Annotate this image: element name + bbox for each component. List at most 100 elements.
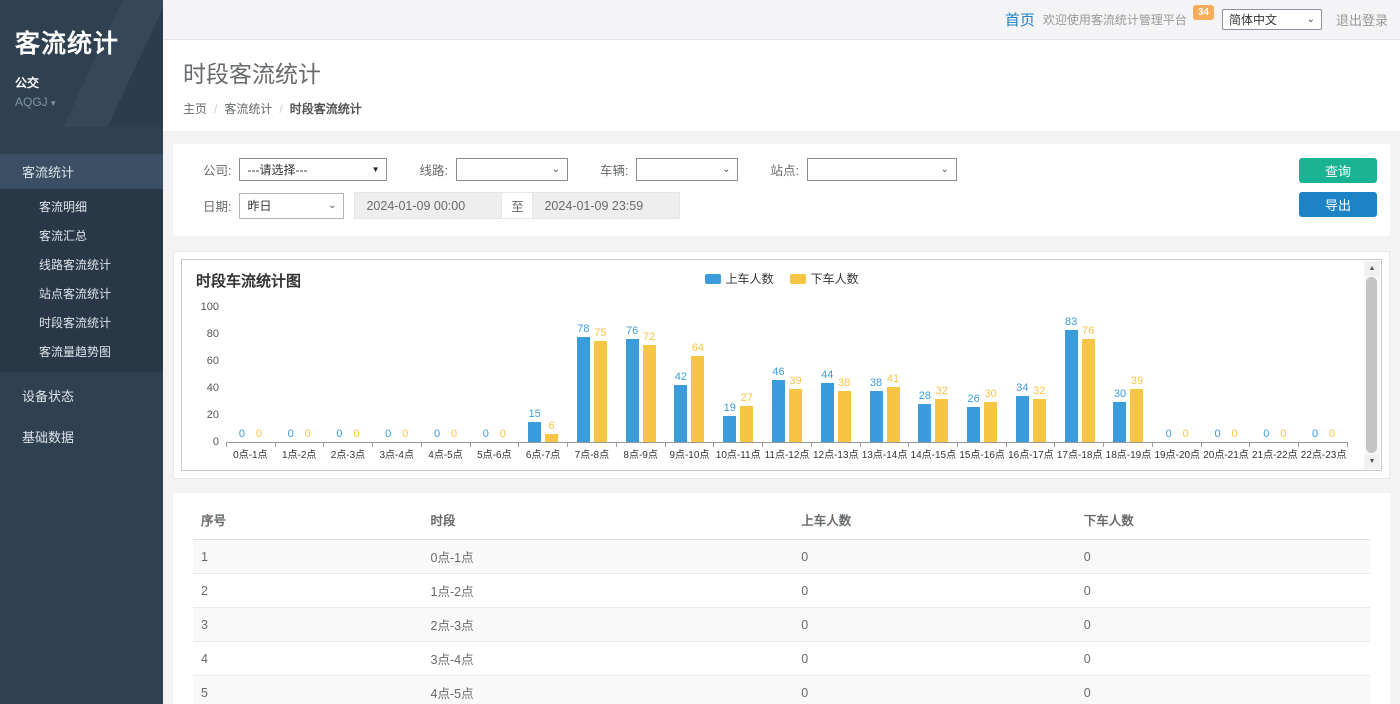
chevron-down-icon: ⌄ <box>722 164 730 175</box>
bar-value-label: 39 <box>1131 375 1143 387</box>
date-from-input[interactable]: 2024-01-09 00:00 <box>354 192 502 219</box>
alighting-bar <box>545 434 558 442</box>
boarding-bar-column: 38 <box>870 377 883 442</box>
bar-group: 00 <box>324 428 373 442</box>
table-cell: 3 <box>193 608 423 642</box>
bar-value-label: 0 <box>500 428 506 440</box>
bar-value-label: 46 <box>772 366 784 378</box>
bar-group: 1927 <box>714 392 763 442</box>
date-label: 日期: <box>203 196 231 215</box>
alighting-bar-column: 0 <box>1179 428 1192 442</box>
station-select[interactable]: ⌄ <box>807 158 957 181</box>
sidebar-subitem-line-stats[interactable]: 线路客流统计 <box>0 250 163 279</box>
bar-value-label: 75 <box>594 327 606 339</box>
scrollbar-thumb[interactable] <box>1366 277 1377 453</box>
x-axis-tick <box>861 443 910 447</box>
date-to-input[interactable]: 2024-01-09 23:59 <box>532 192 680 219</box>
chevron-down-icon: ⌄ <box>941 164 949 175</box>
alighting-bar-column: 0 <box>301 428 314 442</box>
bar-value-label: 38 <box>838 377 850 389</box>
brand-title: 客流统计 <box>15 24 148 60</box>
date-range-separator: 至 <box>502 192 532 219</box>
language-select[interactable]: 简体中文 ⌄ <box>1222 9 1322 30</box>
search-button[interactable]: 查询 <box>1299 158 1377 183</box>
chevron-down-icon: ⌄ <box>1307 14 1315 25</box>
sidebar-subitem-flow-detail[interactable]: 客流明细 <box>0 192 163 221</box>
bar-value-label: 32 <box>1033 385 1045 397</box>
sidebar-item-device-status[interactable]: 设备状态 <box>0 378 163 413</box>
bar-group: 3432 <box>1007 382 1056 442</box>
x-axis-label: 2点-3点 <box>324 449 373 462</box>
x-axis-tick <box>324 443 373 447</box>
boarding-bar <box>967 407 980 442</box>
y-axis-tick-label: 0 <box>213 437 219 448</box>
scrollbar-track[interactable] <box>1364 276 1380 454</box>
company-select[interactable]: ---请选择--- ▼ <box>239 158 387 181</box>
bar-value-label: 0 <box>256 428 262 440</box>
breadcrumb-home[interactable]: 主页 <box>183 100 207 117</box>
boarding-bar-column: 0 <box>1162 428 1175 442</box>
boarding-bar-column: 0 <box>284 428 297 442</box>
bar-group: 00 <box>1299 428 1348 442</box>
legend-item-boarding[interactable]: 上车人数 <box>704 270 773 287</box>
bar-value-label: 0 <box>288 428 294 440</box>
company-name: 公交 <box>15 74 148 91</box>
scrollbar-down-button[interactable]: ▼ <box>1364 454 1380 469</box>
sidebar-nav: 客流统计 客流明细 客流汇总 线路客流统计 站点客流统计 时段客流统计 客流量趋… <box>0 154 163 454</box>
bar-value-label: 26 <box>967 393 979 405</box>
sidebar-subitem-period-stats[interactable]: 时段客流统计 <box>0 308 163 337</box>
alighting-bar-column: 0 <box>350 428 363 442</box>
topbar: 首页 欢迎使用客流统计管理平台 34 简体中文 ⌄ 退出登录 <box>163 0 1400 40</box>
boarding-bar <box>1113 402 1126 443</box>
table-cell: 0点-1点 <box>423 540 794 574</box>
bar-value-label: 72 <box>643 331 655 343</box>
account-dropdown[interactable]: AQGJ ▾ <box>15 95 148 109</box>
x-axis-tick <box>226 443 276 447</box>
bar-value-label: 44 <box>821 369 833 381</box>
sidebar-item-base-data[interactable]: 基础数据 <box>0 419 163 454</box>
export-button[interactable]: 导出 <box>1299 192 1377 217</box>
breadcrumb-current: 时段客流统计 <box>290 100 362 117</box>
bar-groups: 0000000000001567875767242641927463944383… <box>226 308 1348 443</box>
bar-value-label: 0 <box>1280 428 1286 440</box>
x-axis-label: 7点-8点 <box>567 449 616 462</box>
line-select[interactable]: ⌄ <box>456 158 568 181</box>
filter-actions: 查询 导出 <box>1299 158 1377 217</box>
table-row: 43点-4点00 <box>193 642 1370 676</box>
sidebar-item-passenger-stats[interactable]: 客流统计 <box>0 154 163 189</box>
x-axis-label: 15点-16点 <box>958 449 1007 462</box>
bar-group: 7875 <box>567 323 616 442</box>
table-cell: 0 <box>1076 540 1370 574</box>
home-link[interactable]: 首页 <box>1005 9 1035 30</box>
boarding-bar-column: 42 <box>674 371 687 442</box>
vehicle-label: 车辆: <box>600 160 628 179</box>
bar-group: 00 <box>1153 428 1202 442</box>
vehicle-select[interactable]: ⌄ <box>636 158 738 181</box>
logout-link[interactable]: 退出登录 <box>1336 10 1388 29</box>
breadcrumb-separator: / <box>214 102 217 116</box>
page-content: 公司: ---请选择--- ▼ 线路: ⌄ 车 <box>163 131 1400 704</box>
x-axis-tick <box>714 443 763 447</box>
bar-group: 7672 <box>616 325 665 442</box>
vertical-scrollbar[interactable]: ▲ ▼ <box>1364 261 1380 469</box>
date-preset-select[interactable]: 昨日 ⌄ <box>239 193 344 219</box>
sidebar-subitem-station-stats[interactable]: 站点客流统计 <box>0 279 163 308</box>
sidebar-subitem-flow-summary[interactable]: 客流汇总 <box>0 221 163 250</box>
table-header-row: 序号 时段 上车人数 下车人数 <box>193 499 1370 540</box>
scrollbar-up-button[interactable]: ▲ <box>1364 261 1380 276</box>
breadcrumb-section[interactable]: 客流统计 <box>224 100 272 117</box>
sidebar-subitem-trend-chart[interactable]: 客流量趋势图 <box>0 337 163 366</box>
boarding-bar <box>1016 396 1029 442</box>
alighting-bar-column: 38 <box>838 377 851 442</box>
x-axis-label: 13点-14点 <box>860 449 909 462</box>
line-label: 线路: <box>419 160 447 179</box>
welcome-text: 欢迎使用客流统计管理平台 <box>1043 11 1187 28</box>
language-value: 简体中文 <box>1229 11 1277 28</box>
col-header-alighting: 下车人数 <box>1076 499 1370 540</box>
y-axis-tick-label: 100 <box>201 302 219 313</box>
bar-group: 00 <box>372 428 421 442</box>
bar-value-label: 0 <box>1214 428 1220 440</box>
legend-item-alighting[interactable]: 下车人数 <box>790 270 859 287</box>
bar-group: 2630 <box>958 388 1007 443</box>
chevron-down-icon: ⌄ <box>328 200 336 211</box>
